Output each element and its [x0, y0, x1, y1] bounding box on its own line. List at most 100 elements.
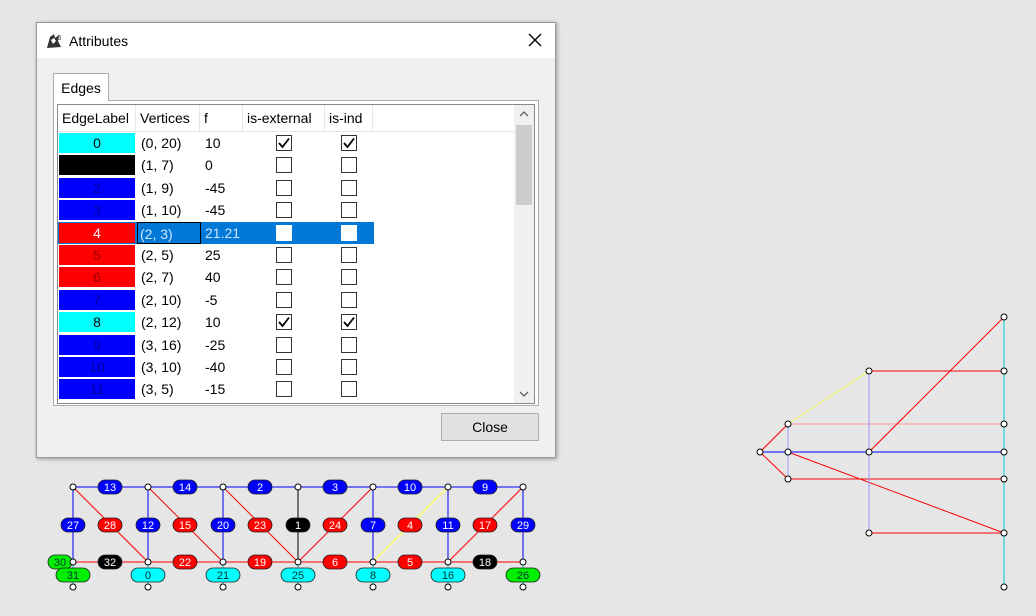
is-external-checkbox[interactable] — [276, 314, 292, 331]
column-header-f[interactable]: f — [200, 105, 243, 131]
f-value-cell[interactable]: -45 — [204, 199, 244, 221]
vertices-cell[interactable]: (3, 5) — [139, 378, 201, 400]
vertices-cell[interactable]: (3, 10) — [139, 356, 201, 378]
close-x-icon[interactable] — [525, 30, 545, 50]
edge-label-cell[interactable]: 7 — [59, 289, 135, 310]
node[interactable] — [219, 583, 227, 591]
f-value-cell[interactable]: -45 — [204, 177, 244, 199]
f-value-cell[interactable]: 0 — [204, 154, 244, 176]
is-ind-checkbox[interactable] — [341, 179, 357, 196]
f-value-cell[interactable]: 40 — [204, 266, 244, 288]
truss-graph-labeled[interactable]: 13 14 2 3 10 927 28 12 15 20 23 1 24 7 4 11 17 2930 32 22 19… — [0, 470, 560, 616]
node[interactable] — [519, 583, 527, 591]
table-row[interactable]: 7 (2, 10) -5 — [58, 289, 374, 311]
is-external-checkbox[interactable] — [276, 291, 292, 308]
vertices-cell[interactable]: (2, 7) — [139, 266, 201, 288]
f-value-cell[interactable]: -5 — [204, 289, 244, 311]
form-diagram[interactable] — [740, 300, 1036, 600]
column-header-vertices[interactable]: Vertices — [136, 105, 200, 131]
table-row[interactable]: 6 (2, 7) 40 — [58, 266, 374, 288]
node-form[interactable] — [756, 448, 764, 456]
is-external-checkbox[interactable] — [276, 359, 292, 375]
vertices-cell[interactable]: (2, 5) — [139, 244, 201, 266]
node[interactable] — [219, 483, 227, 491]
node-form[interactable] — [1000, 529, 1008, 537]
edge-label-cell[interactable]: 4 — [59, 222, 135, 243]
edge-label-cell[interactable]: 0 — [59, 133, 135, 153]
node-form[interactable] — [865, 529, 873, 537]
column-header-edgelabel[interactable]: EdgeLabel — [58, 105, 136, 131]
node-form[interactable] — [1000, 420, 1008, 428]
f-value-cell[interactable]: 25 — [204, 244, 244, 266]
table-row[interactable]: 10 (3, 10) -40 — [58, 356, 374, 378]
is-ind-checkbox[interactable] — [341, 135, 357, 151]
table-row[interactable]: 3 (1, 10) -45 — [58, 199, 374, 221]
table-row[interactable]: 9 (3, 16) -25 — [58, 334, 374, 356]
node-form[interactable] — [784, 448, 792, 456]
is-ind-checkbox[interactable] — [341, 269, 357, 286]
is-external-checkbox[interactable] — [276, 179, 292, 196]
vertices-cell[interactable]: (2, 3) — [137, 221, 201, 244]
node[interactable] — [444, 558, 452, 566]
scroll-down-arrow-icon[interactable] — [514, 385, 534, 403]
is-ind-checkbox[interactable] — [341, 247, 357, 263]
node[interactable] — [294, 558, 302, 566]
f-value-cell[interactable]: -40 — [204, 356, 244, 378]
table-row[interactable]: 11 (3, 5) -15 — [58, 378, 374, 400]
f-value-cell[interactable]: 10 — [204, 132, 244, 154]
is-external-checkbox[interactable] — [276, 135, 292, 151]
vertices-cell[interactable]: (0, 20) — [139, 132, 201, 154]
is-external-checkbox[interactable] — [276, 247, 292, 263]
edge-label-cell[interactable]: 2 — [59, 177, 135, 198]
is-ind-checkbox[interactable] — [341, 381, 357, 398]
f-value-cell[interactable]: 21.21 — [204, 222, 244, 244]
f-value-cell[interactable]: -15 — [204, 378, 244, 400]
table-row[interactable]: 1 (1, 7) 0 — [58, 154, 374, 176]
is-ind-checkbox[interactable] — [341, 202, 357, 219]
edge-label-cell[interactable]: 3 — [59, 200, 135, 221]
node[interactable] — [294, 483, 302, 491]
node[interactable] — [144, 583, 152, 591]
is-external-checkbox[interactable] — [276, 269, 292, 286]
tab-edges[interactable]: Edges — [53, 73, 109, 101]
vertices-cell[interactable]: (1, 7) — [139, 154, 201, 176]
scrollbar-thumb[interactable] — [516, 125, 532, 205]
node[interactable] — [369, 583, 377, 591]
node[interactable] — [69, 483, 77, 491]
is-external-checkbox[interactable] — [276, 336, 292, 353]
is-external-checkbox[interactable] — [276, 157, 292, 174]
table-row[interactable]: 2 (1, 9) -45 — [58, 177, 374, 199]
node[interactable] — [519, 483, 527, 491]
is-external-checkbox[interactable] — [276, 202, 292, 219]
column-header-is-ind[interactable]: is-ind — [325, 105, 373, 131]
vertices-cell[interactable]: (1, 9) — [139, 177, 201, 199]
vertices-cell[interactable]: (1, 10) — [139, 199, 201, 221]
node-form[interactable] — [865, 448, 873, 456]
close-button[interactable]: Close — [441, 413, 539, 441]
node[interactable] — [69, 558, 77, 566]
is-ind-checkbox[interactable] — [341, 224, 357, 241]
vertical-scrollbar[interactable] — [514, 105, 534, 403]
is-ind-checkbox[interactable] — [341, 359, 357, 375]
node-form[interactable] — [784, 420, 792, 428]
edge-label-cell[interactable]: 11 — [59, 379, 135, 400]
node-form[interactable] — [1000, 367, 1008, 375]
is-external-checkbox[interactable] — [276, 224, 292, 241]
node[interactable] — [219, 558, 227, 566]
node-form[interactable] — [1000, 475, 1008, 483]
node-form[interactable] — [1000, 313, 1008, 321]
column-header-is-external[interactable]: is-external — [243, 105, 325, 131]
edge-label-cell[interactable]: 8 — [59, 312, 135, 333]
table-row[interactable]: 8 (2, 12) 10 — [58, 311, 374, 333]
is-ind-checkbox[interactable] — [341, 157, 357, 174]
node[interactable] — [444, 483, 452, 491]
node-form[interactable] — [784, 475, 792, 483]
edge-label-cell[interactable]: 1 — [59, 155, 135, 176]
vertices-cell[interactable]: (3, 16) — [139, 334, 201, 356]
table-row[interactable]: 0 (0, 20) 10 — [58, 132, 374, 154]
node[interactable] — [144, 558, 152, 566]
table-row[interactable]: 4 (2, 3) 21.21 — [58, 221, 374, 244]
is-ind-checkbox[interactable] — [341, 314, 357, 331]
edge-label-cell[interactable]: 5 — [59, 245, 135, 265]
vertices-cell[interactable]: (2, 10) — [139, 289, 201, 311]
